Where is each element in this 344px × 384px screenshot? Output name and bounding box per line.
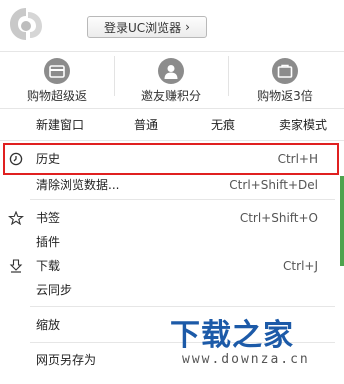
star-icon [8,211,24,225]
login-button-label: 登录UC浏览器 [104,20,182,35]
browser-main-menu: 登录UC浏览器 › 购物超级返 邀友赚积分 购物返3倍 新建窗口 普通 无痕 卖… [0,0,344,384]
background-window-edge [340,176,344,266]
download-icon [9,259,23,273]
menu-item-clear-data[interactable]: 清除浏览数据... Ctrl+Shift+Del [0,173,344,197]
chevron-right-icon: › [185,20,190,34]
divider [114,56,115,96]
divider [30,306,335,307]
divider [0,140,344,141]
shortcut-shopping-rebate[interactable]: 购物超级返 [0,52,114,104]
shortcut-row: 购物超级返 邀友赚积分 购物返3倍 [0,52,344,104]
window-mode-row: 新建窗口 普通 无痕 卖家模式 [0,114,344,136]
menu-item-plugins[interactable]: 插件 [0,230,344,254]
mode-incognito-button[interactable]: 无痕 [211,114,235,136]
new-window-label: 新建窗口 [36,118,85,132]
menu-item-label: 云同步 [36,283,73,297]
shortcut-key: Ctrl+Shift+O [239,211,318,225]
divider [228,56,229,96]
menu-item-label: 书签 [36,211,61,225]
mode-seller-button[interactable]: 卖家模式 [279,114,327,136]
menu-item-label: 下载 [36,259,61,273]
menu-item-label: 缩放 [36,318,61,332]
highlight-box [3,143,339,175]
menu-header: 登录UC浏览器 › [0,0,344,50]
shortcut-cashback-triple[interactable]: 购物返3倍 [228,52,342,104]
menu-item-bookmarks[interactable]: 书签 Ctrl+Shift+O [0,206,344,230]
shortcut-key: Ctrl+Shift+Del [229,178,318,192]
divider [30,199,335,200]
login-button[interactable]: 登录UC浏览器 › [87,16,207,38]
menu-item-label: 清除浏览数据... [36,178,120,192]
site-watermark-logo: 下载之家 www.downza.cn [170,318,310,367]
uc-browser-logo-icon [10,8,42,40]
user-icon [158,58,184,84]
menu-item-downloads[interactable]: 下载 Ctrl+J [0,254,344,278]
shortcut-label: 邀友赚积分 [140,89,201,103]
menu-item-cloud-sync[interactable]: 云同步 [0,278,344,302]
menu-item-label: 网页另存为 [36,353,97,367]
divider [0,108,344,109]
shortcut-invite-friends[interactable]: 邀友赚积分 [114,52,228,104]
mode-normal-button[interactable]: 普通 [134,114,158,136]
menu-item-label: 插件 [36,235,61,249]
shortcut-label: 购物超级返 [26,89,87,103]
bag-icon [272,58,298,84]
wallet-icon [44,58,70,84]
shortcut-label: 购物返3倍 [257,89,313,103]
shortcut-key: Ctrl+J [283,259,318,273]
